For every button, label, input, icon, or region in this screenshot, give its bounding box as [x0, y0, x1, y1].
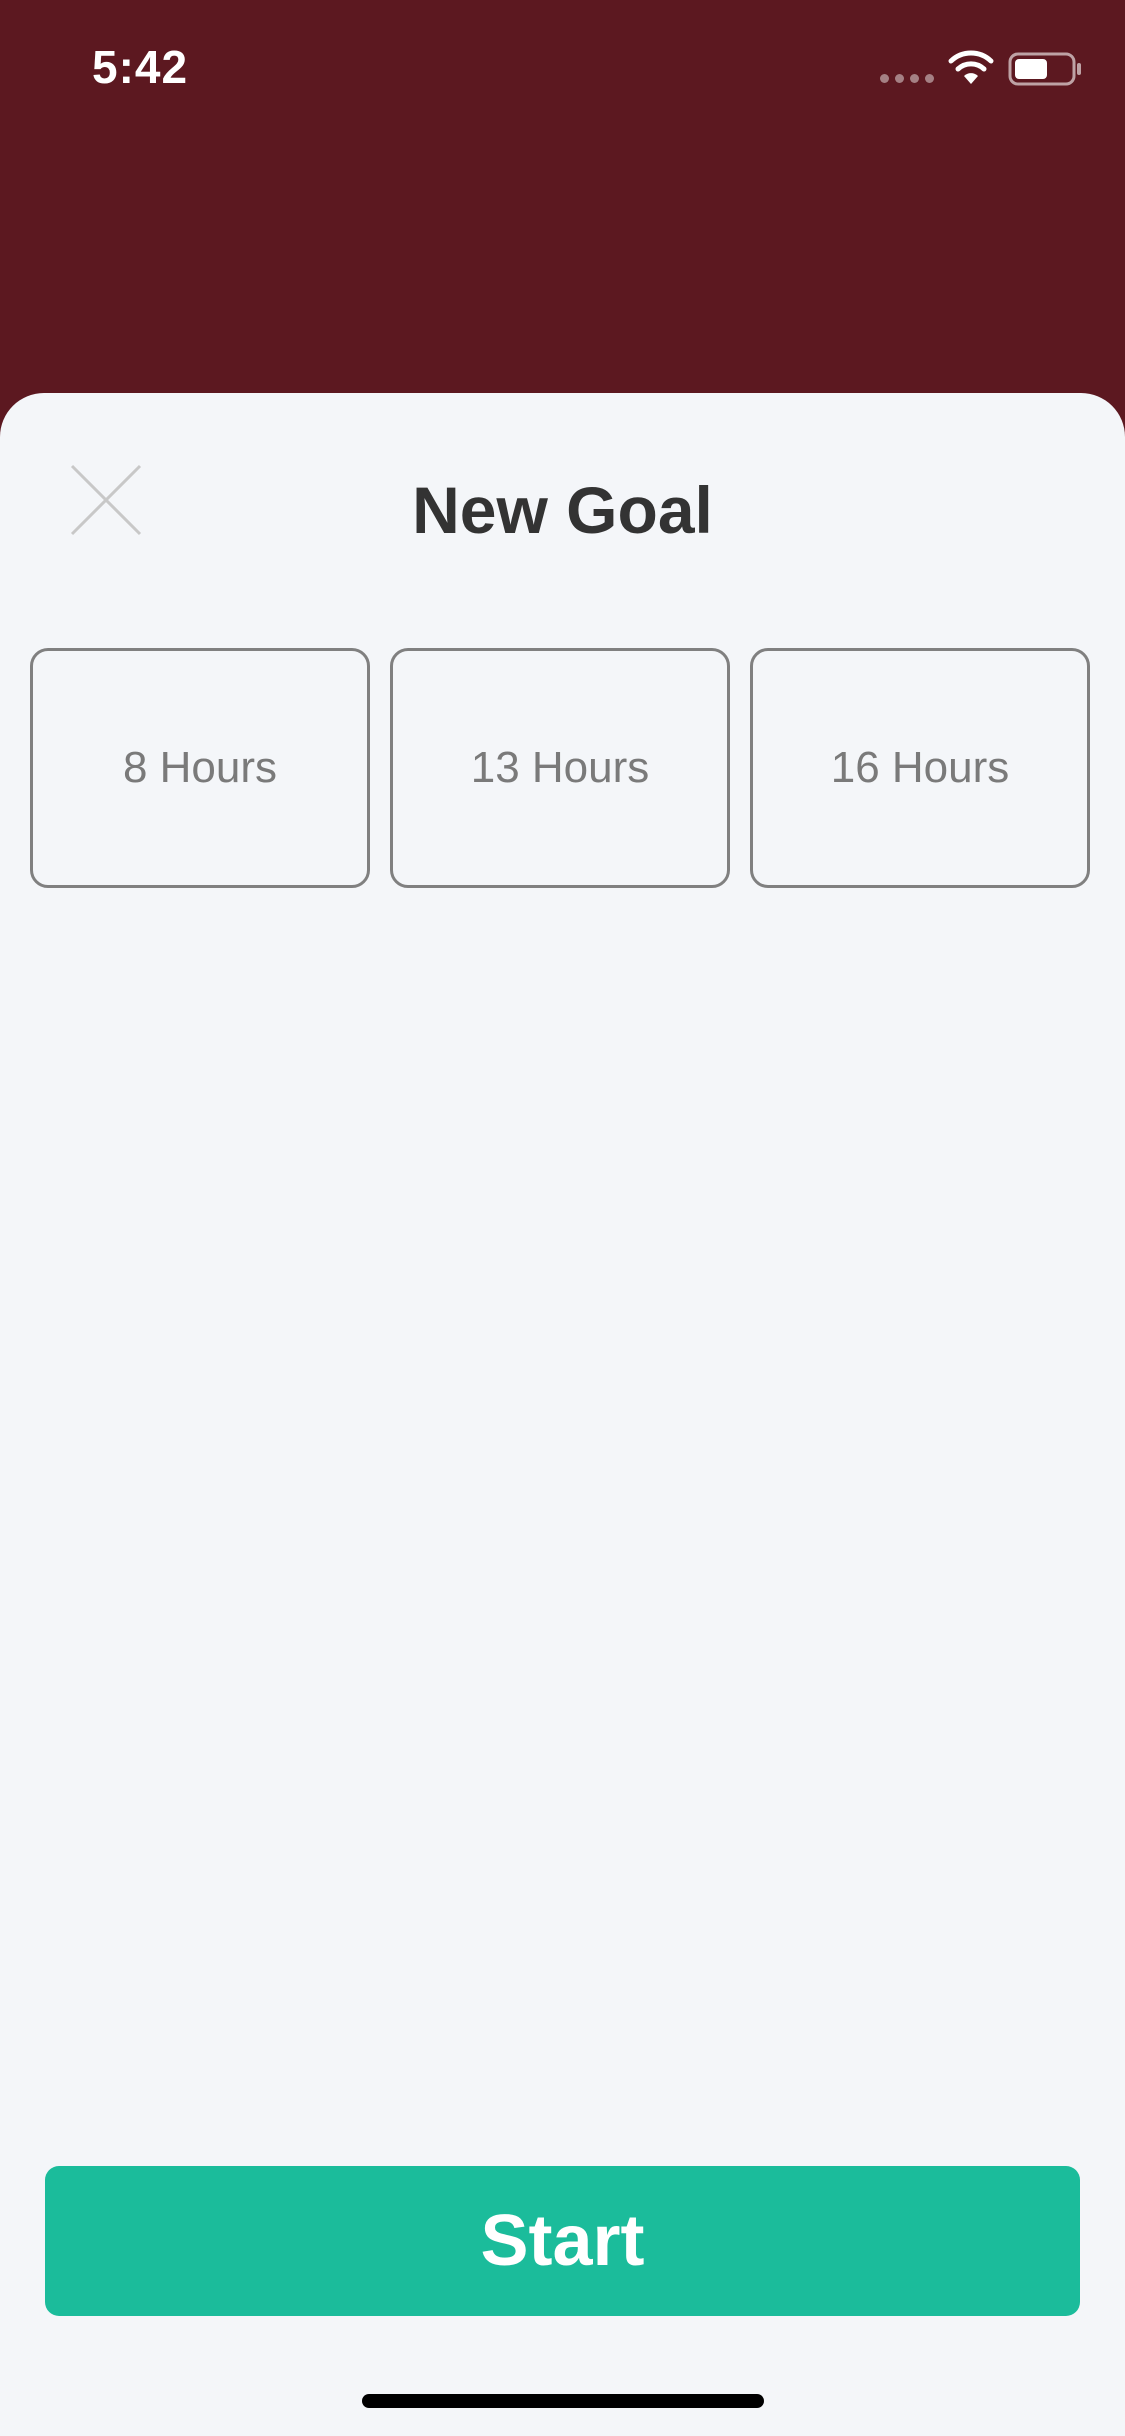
cellular-signal-icon	[880, 74, 936, 84]
status-bar: 5:42	[0, 0, 1125, 140]
status-time: 5:42	[92, 41, 189, 93]
start-button[interactable]: Start	[45, 2166, 1080, 2316]
goal-option-8-hours[interactable]: 8 Hours	[30, 648, 370, 888]
goal-options: 8 Hours 13 Hours 16 Hours	[30, 648, 1095, 892]
page-title: New Goal	[412, 473, 713, 547]
goal-option-16-hours[interactable]: 16 Hours	[750, 648, 1090, 888]
battery-icon	[1008, 52, 1081, 86]
wifi-icon	[948, 50, 994, 84]
home-indicator	[362, 2394, 764, 2408]
goal-option-13-hours[interactable]: 13 Hours	[390, 648, 730, 888]
